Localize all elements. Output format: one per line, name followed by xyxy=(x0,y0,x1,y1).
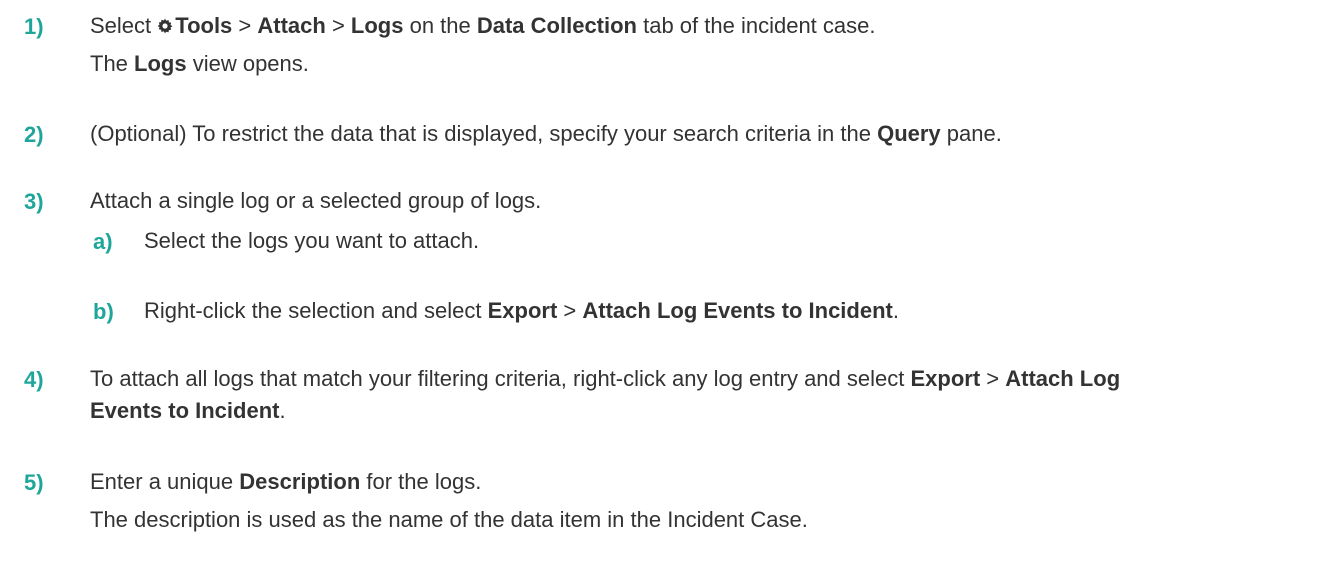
step-number: 5) xyxy=(24,470,44,495)
attach-log-label: Attach Log xyxy=(1005,366,1121,391)
step-text-continued: Events to Incident. xyxy=(90,395,286,427)
step-text: Enter a unique Description for the logs. xyxy=(90,466,481,498)
substep-letter: a) xyxy=(93,229,113,254)
step-text-part: The xyxy=(90,51,135,76)
step-number: 2) xyxy=(24,122,44,147)
step-text-part: tab of the incident case. xyxy=(637,13,876,38)
substep-text: Select the logs you want to attach. xyxy=(144,228,480,253)
step-number: 3) xyxy=(24,189,44,214)
step-result: The Logs view opens. xyxy=(90,48,309,80)
step-text-part: . xyxy=(279,398,286,423)
step-text: To attach all logs that match your filte… xyxy=(90,363,1120,395)
step-text-part: view opens. xyxy=(186,51,309,76)
step-text-part: (Optional) To restrict the data that is … xyxy=(90,121,878,146)
events-to-incident-label: Events to Incident xyxy=(90,398,280,423)
step-text-part: for the logs. xyxy=(360,469,482,494)
step-text-part: To attach all logs that match your filte… xyxy=(90,366,911,391)
attach-events-label: Attach Log Events to Incident xyxy=(582,298,893,323)
step-number: 4) xyxy=(24,367,44,392)
step-text-part: pane. xyxy=(940,121,1002,146)
step-text: (Optional) To restrict the data that is … xyxy=(90,118,1002,150)
description-label: Description xyxy=(239,469,361,494)
separator: > xyxy=(557,298,583,323)
substep-letter: b) xyxy=(93,299,114,324)
substep-text: Right-click the selection and select Exp… xyxy=(144,295,899,327)
logs-label: Logs xyxy=(134,51,187,76)
gear-icon xyxy=(157,18,173,34)
step-text: Select Tools > Attach > Logs on the Data… xyxy=(90,10,876,42)
step-result: The description is used as the name of t… xyxy=(90,507,808,532)
step-text-part: . xyxy=(892,298,899,323)
attach-label: Attach xyxy=(257,13,326,38)
export-label: Export xyxy=(487,298,558,323)
step-number: 1) xyxy=(24,14,44,39)
separator: > xyxy=(980,366,1006,391)
step-text-part: on the xyxy=(403,13,477,38)
separator: > xyxy=(232,13,258,38)
step-text: Attach a single log or a selected group … xyxy=(90,188,542,213)
data-collection-label: Data Collection xyxy=(476,13,637,38)
tools-label: Tools xyxy=(175,13,233,38)
query-label: Query xyxy=(877,121,941,146)
step-text-part: Right-click the selection and select xyxy=(144,298,488,323)
step-text-part: Select xyxy=(90,13,158,38)
separator: > xyxy=(325,13,351,38)
logs-label: Logs xyxy=(350,13,404,38)
step-text-part: Enter a unique xyxy=(90,469,240,494)
export-label: Export xyxy=(910,366,981,391)
